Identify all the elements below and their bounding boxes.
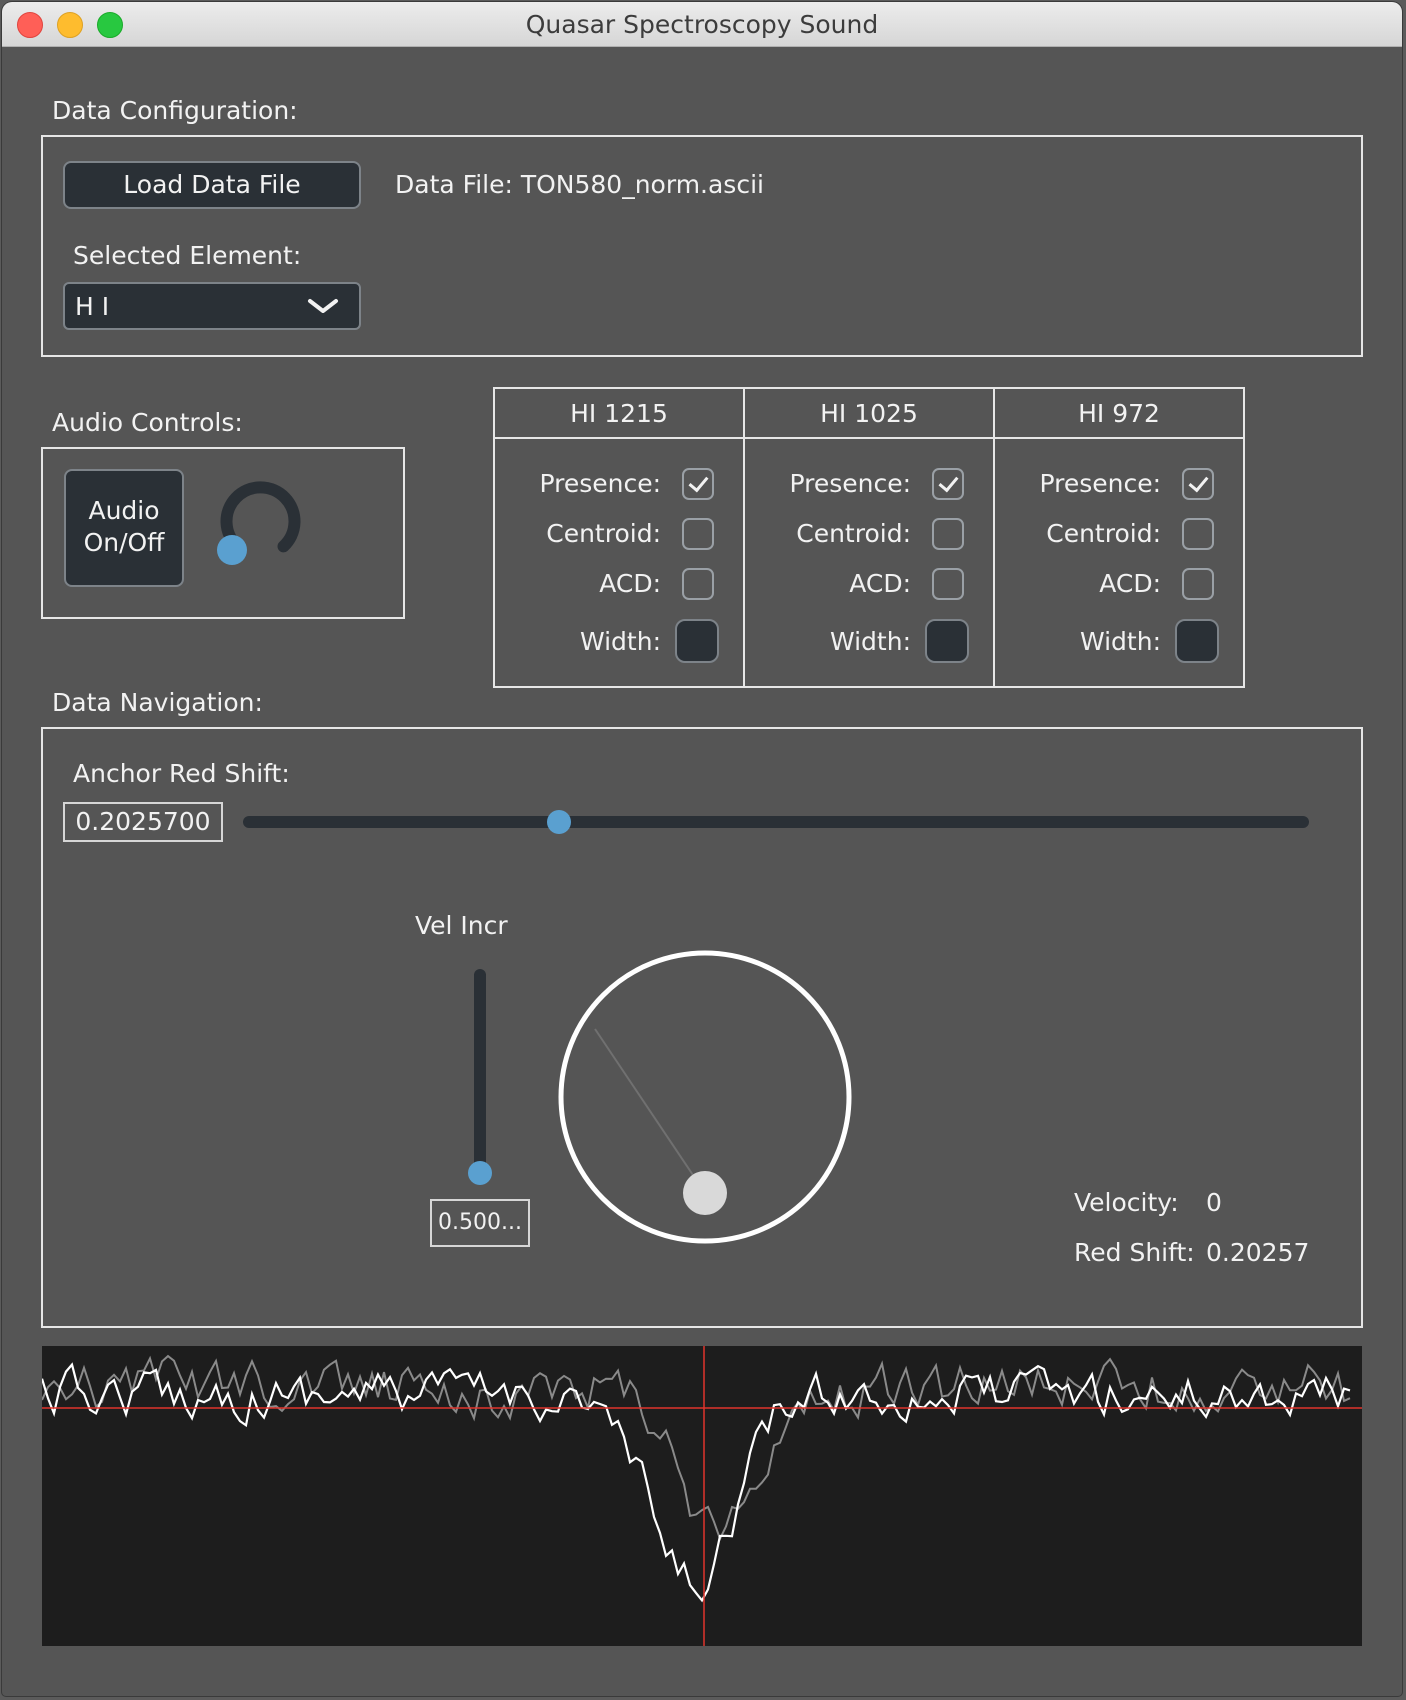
audio-toggle-button[interactable]: Audio On/Off	[64, 469, 184, 587]
vel-incr-slider-thumb[interactable]	[468, 1161, 492, 1185]
acd-checkbox[interactable]	[1182, 568, 1214, 600]
width-color-button[interactable]	[675, 619, 719, 663]
presence-checkbox[interactable]	[682, 468, 714, 500]
width-label: Width:	[1079, 627, 1161, 656]
window-title: Quasar Spectroscopy Sound	[525, 10, 879, 39]
volume-knob[interactable]	[213, 479, 323, 579]
width-label: Width:	[829, 627, 911, 656]
centroid-label: Centroid:	[546, 519, 661, 548]
presence-label: Presence:	[1039, 469, 1161, 498]
vel-incr-slider[interactable]	[468, 969, 492, 1185]
anchor-red-shift-slider[interactable]	[243, 810, 1309, 834]
velocity-value: 0	[1206, 1188, 1222, 1217]
spectrum-plot[interactable]	[40, 1346, 1362, 1646]
centroid-label: Centroid:	[796, 519, 911, 548]
data-navigation-panel: Anchor Red Shift: 0.2025700 Vel Incr 0.5…	[41, 727, 1363, 1328]
velocity-label: Velocity:	[1074, 1188, 1179, 1217]
spectrum-svg	[40, 1346, 1362, 1646]
title-bar: Quasar Spectroscopy Sound	[2, 2, 1402, 47]
anchor-red-shift-label: Anchor Red Shift:	[73, 759, 290, 788]
data-navigation-label: Data Navigation:	[52, 688, 263, 717]
vel-incr-value-box[interactable]: 0.500...	[430, 1199, 530, 1247]
anchor-red-shift-slider-thumb[interactable]	[546, 810, 571, 834]
audio-toggle-label-line2: On/Off	[83, 528, 165, 557]
centroid-checkbox[interactable]	[682, 518, 714, 550]
audio-toggle-label-line1: Audio	[88, 496, 160, 525]
selected-element-label: Selected Element:	[73, 241, 302, 270]
acd-label: ACD:	[599, 569, 661, 598]
presence-checkbox[interactable]	[1182, 468, 1214, 500]
jog-dial-handle[interactable]	[683, 1171, 727, 1215]
line-column-hi-1025: HI 1025 Presence: Centroid: ACD: Width:	[745, 389, 995, 686]
spectral-lines-table: HI 1215 Presence: Centroid: ACD: Width: …	[493, 387, 1245, 688]
red-shift-label: Red Shift:	[1074, 1238, 1195, 1267]
presence-label: Presence:	[789, 469, 911, 498]
line-column-hi-1215: HI 1215 Presence: Centroid: ACD: Width:	[495, 389, 745, 686]
width-color-button[interactable]	[925, 619, 969, 663]
chevron-down-icon	[308, 299, 338, 313]
line-column-header: HI 1215	[495, 389, 743, 439]
centroid-checkbox[interactable]	[1182, 518, 1214, 550]
line-column-hi-972: HI 972 Presence: Centroid: ACD: Width:	[995, 389, 1243, 686]
data-configuration-label: Data Configuration:	[52, 96, 298, 125]
width-color-button[interactable]	[1175, 619, 1219, 663]
load-data-file-button[interactable]: Load Data File	[63, 161, 361, 209]
jog-dial-pointer-line	[594, 1028, 706, 1194]
acd-checkbox[interactable]	[932, 568, 964, 600]
acd-label: ACD:	[1099, 569, 1161, 598]
spectrum-line-secondary	[41, 1354, 1351, 1542]
presence-label: Presence:	[539, 469, 661, 498]
acd-checkbox[interactable]	[682, 568, 714, 600]
selected-element-value: H I	[75, 292, 110, 321]
spectrum-line-primary	[40, 1362, 1351, 1603]
red-shift-value: 0.20257	[1206, 1238, 1310, 1267]
data-file-text: Data File: TON580_norm.ascii	[395, 170, 764, 199]
centroid-label: Centroid:	[1046, 519, 1161, 548]
data-configuration-panel: Load Data File Data File: TON580_norm.as…	[41, 135, 1363, 357]
width-label: Width:	[579, 627, 661, 656]
presence-checkbox[interactable]	[932, 468, 964, 500]
audio-controls-label: Audio Controls:	[52, 408, 243, 437]
vel-incr-label: Vel Incr	[415, 911, 508, 940]
acd-label: ACD:	[849, 569, 911, 598]
volume-knob-thumb[interactable]	[217, 535, 247, 565]
app-window: Quasar Spectroscopy Sound Data Configura…	[2, 2, 1402, 1696]
selected-element-combobox[interactable]: H I	[63, 282, 361, 330]
velocity-jog-dial[interactable]	[555, 949, 855, 1249]
centroid-checkbox[interactable]	[932, 518, 964, 550]
anchor-red-shift-input[interactable]: 0.2025700	[63, 802, 223, 842]
audio-controls-panel: Audio On/Off	[41, 447, 405, 619]
line-column-header: HI 1025	[745, 389, 993, 439]
line-column-header: HI 972	[995, 389, 1243, 439]
